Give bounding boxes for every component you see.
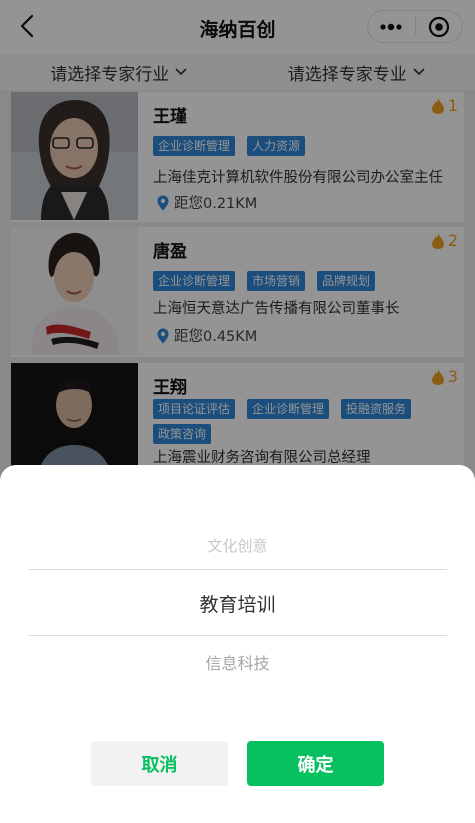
picker-option[interactable]: 文化创意 (28, 535, 447, 556)
picker-sheet: 文化创意 教育培训 信息科技 取消 确定 (0, 465, 475, 823)
picker-indicator-bottom (28, 635, 447, 636)
picker-option[interactable]: 信息科技 (28, 650, 447, 674)
picker-indicator-top (28, 569, 447, 570)
confirm-button[interactable]: 确定 (247, 741, 384, 786)
industry-picker[interactable]: 文化创意 教育培训 信息科技 (28, 485, 447, 735)
cancel-button[interactable]: 取消 (91, 741, 228, 786)
picker-option-selected[interactable]: 教育培训 (28, 590, 447, 617)
